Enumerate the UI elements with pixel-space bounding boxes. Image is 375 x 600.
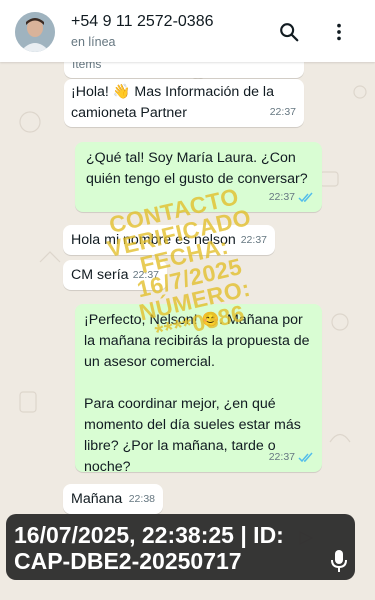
contact-avatar[interactable]: [15, 12, 55, 52]
message-time: 22:37: [269, 447, 314, 468]
more-vert-icon[interactable]: [325, 18, 353, 46]
contact-status: en línea: [71, 35, 116, 49]
message-text: Hola mi nombre es nelson: [71, 232, 236, 248]
message-time: 22:37: [240, 234, 267, 246]
overlay-line-1: 16/07/2025, 22:38:25 | ID:: [14, 522, 284, 548]
message-text: ¡Hola! 👋 Mas Información de la camioneta…: [71, 84, 278, 121]
avatar-image: [15, 12, 55, 52]
message-bubble-outgoing[interactable]: ¡Perfecto, Nelson! 😊. Mañana por la maña…: [75, 304, 322, 475]
chat-header: +54 9 11 2572-0386 en línea: [0, 0, 375, 62]
message-time: 22:37: [269, 106, 296, 118]
message-bubble-incoming[interactable]: ítems: [64, 62, 304, 78]
read-ticks-icon: [298, 452, 313, 463]
message-bubble-outgoing[interactable]: ¿Qué tal! Soy María Laura. ¿Con quién te…: [75, 142, 322, 212]
message-bubble-incoming[interactable]: ¡Hola! 👋 Mas Información de la camioneta…: [64, 79, 304, 127]
timestamp-id-text: 16/07/2025, 22:38:25 | ID: CAP-DBE2-2025…: [14, 522, 284, 574]
message-time: 22:37: [132, 269, 159, 281]
message-bubble-incoming[interactable]: CM sería 22:37: [63, 260, 167, 290]
message-text: CM sería: [71, 267, 129, 283]
read-ticks-icon: [298, 192, 313, 203]
message-text: ítems: [72, 62, 102, 71]
message-bubble-incoming[interactable]: Mañana 22:38: [63, 484, 163, 514]
message-time: 22:37: [269, 187, 314, 208]
overlay-line-2: CAP-DBE2-20250717: [14, 548, 242, 574]
contact-name[interactable]: +54 9 11 2572-0386: [71, 13, 214, 31]
message-bubble-incoming[interactable]: Hola mi nombre es nelson 22:37: [63, 225, 275, 255]
message-text: Mañana: [71, 491, 123, 507]
message-time: 22:38: [128, 493, 155, 505]
timestamp-overlay-bar: 16/07/2025, 22:38:25 | ID: CAP-DBE2-2025…: [6, 514, 355, 580]
message-text: ¿Qué tal! Soy María Laura. ¿Con quién te…: [86, 150, 308, 187]
search-icon[interactable]: [275, 18, 303, 46]
microphone-icon[interactable]: [328, 548, 350, 574]
